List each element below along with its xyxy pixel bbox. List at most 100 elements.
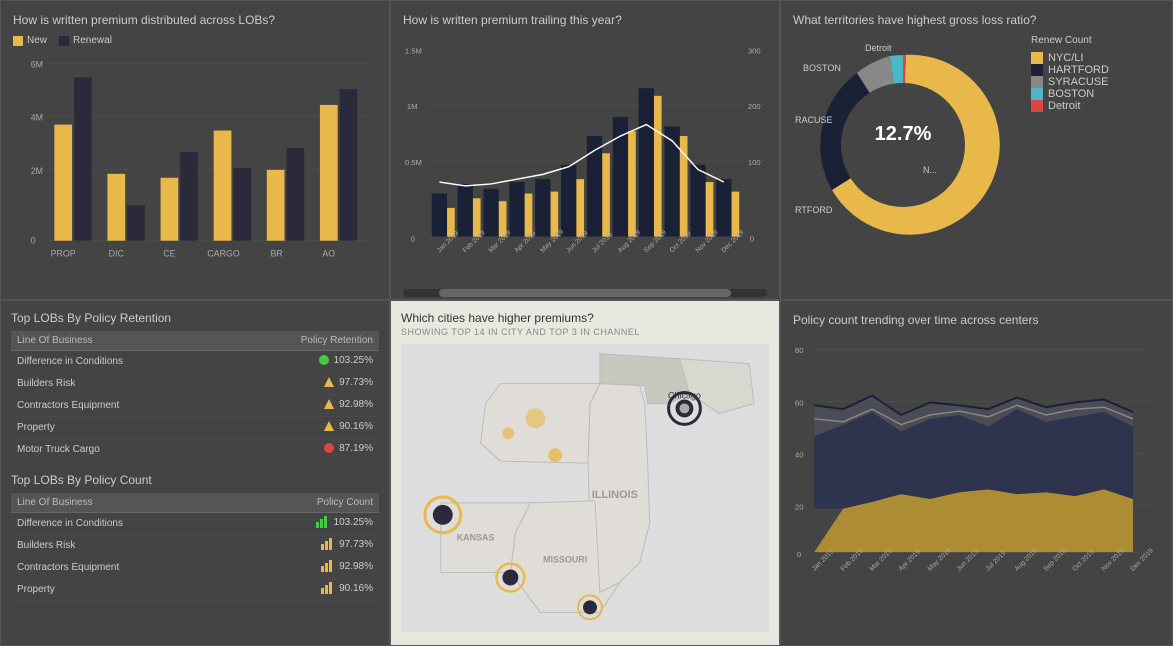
table-row: Property 90.16%: [11, 417, 379, 439]
legend-syracuse: SYRACUSE: [1031, 76, 1109, 88]
legend-nyc: NYC/LI: [1031, 52, 1109, 64]
p3-donut-area: 12.7% Detroit BOSTON RACUSE N... RTFORD …: [793, 35, 1160, 255]
lob-name: Motor Truck Cargo: [11, 439, 226, 461]
legend-renewal-label: Renewal: [73, 35, 112, 46]
count-value: 103.25%: [243, 513, 379, 535]
retention-section: Top LOBs By Policy Retention Line Of Bus…: [11, 311, 379, 461]
svg-text:AO: AO: [322, 248, 335, 258]
legend-boston-box: [1031, 88, 1043, 100]
lob-name: Contractors Equipment: [11, 395, 226, 417]
svg-text:200: 200: [748, 102, 761, 111]
legend-boston-label: BOSTON: [1048, 88, 1094, 100]
policy-trend-panel: Policy count trending over time across c…: [780, 300, 1173, 646]
count-table: Line Of Business Policy Count Difference…: [11, 493, 379, 601]
p1-title: How is written premium distributed acros…: [13, 13, 377, 27]
lob-name: Builders Risk: [11, 373, 226, 395]
label-racuse: RACUSE: [795, 115, 833, 125]
svg-text:BR: BR: [271, 248, 283, 258]
legend-hartford: HARTFORD: [1031, 64, 1109, 76]
p6-chart-area: 80 60 40 20 0: [793, 335, 1160, 605]
svg-text:0: 0: [411, 234, 415, 243]
legend-new-box: [13, 36, 23, 46]
svg-text:0: 0: [797, 550, 801, 559]
retention-table: Line Of Business Policy Retention Differ…: [11, 331, 379, 461]
retention-value: 90.16%: [226, 417, 379, 439]
lob-name: Contractors Equipment: [11, 557, 243, 579]
col-lob-retention: Line Of Business: [11, 331, 226, 351]
p1-svg: 6M 4M 2M 0: [13, 52, 377, 272]
legend-detroit: Detroit: [1031, 100, 1109, 112]
p2-chart-area: 1.5M 1M 0.5M 0 300 200 100 0: [403, 35, 767, 285]
svg-text:KANSAS: KANSAS: [457, 533, 495, 543]
p5-subtitle: SHOWING TOP 14 IN CITY AND TOP 3 IN CHAN…: [401, 327, 769, 337]
retention-value: 97.73%: [226, 373, 379, 395]
p6-svg: 80 60 40 20 0: [793, 335, 1160, 605]
donut-chart-panel: What territories have highest gross loss…: [780, 0, 1173, 300]
svg-text:DIC: DIC: [109, 248, 125, 258]
table-row: Contractors Equipment 92.98%: [11, 395, 379, 417]
svg-text:Dec 2019: Dec 2019: [1129, 547, 1155, 573]
svg-text:CE: CE: [163, 248, 175, 258]
lob-name: Property: [11, 579, 243, 601]
svg-text:6M: 6M: [31, 60, 43, 70]
legend-syracuse-label: SYRACUSE: [1048, 76, 1109, 88]
svg-text:80: 80: [795, 346, 804, 355]
svg-text:0: 0: [750, 234, 754, 243]
col-policy-count: Policy Count: [243, 493, 379, 513]
svg-text:1.5M: 1.5M: [405, 47, 422, 56]
table-row: Difference in Conditions 103.25%: [11, 513, 379, 535]
lob-name: Difference in Conditions: [11, 351, 226, 373]
p5-map-area: ILLINOIS MISSOURI KANSAS Chicago: [401, 343, 769, 633]
count-value: 90.16%: [243, 579, 379, 601]
svg-text:40: 40: [795, 450, 804, 459]
count-section: Top LOBs By Policy Count Line Of Busines…: [11, 473, 379, 601]
legend-detroit-box: [1031, 100, 1043, 112]
table-row: Builders Risk 97.73%: [11, 373, 379, 395]
legend-syracuse-box: [1031, 76, 1043, 88]
svg-text:0.5M: 0.5M: [405, 158, 422, 167]
p1-legend: New Renewal: [13, 35, 377, 46]
p2-svg: 1.5M 1M 0.5M 0 300 200 100 0: [403, 35, 767, 285]
count-value: 92.98%: [243, 557, 379, 579]
yellow-bars-icon: [321, 582, 335, 594]
legend-detroit-label: Detroit: [1048, 100, 1080, 112]
svg-text:100: 100: [748, 158, 761, 167]
lob-name: Property: [11, 417, 226, 439]
legend-hartford-label: HARTFORD: [1048, 64, 1109, 76]
legend-new-label: New: [27, 35, 47, 46]
yellow-triangle-icon: [323, 376, 335, 388]
svg-text:2M: 2M: [31, 166, 43, 176]
table-row: Contractors Equipment 92.98%: [11, 557, 379, 579]
red-circle-icon: [323, 442, 335, 454]
legend-new: New: [13, 35, 47, 46]
svg-text:12.7%: 12.7%: [875, 123, 932, 145]
label-boston: BOSTON: [803, 63, 841, 73]
retention-value: 87.19%: [226, 439, 379, 461]
p2-scrollbar[interactable]: [403, 289, 767, 297]
p2-title: How is written premium trailing this yea…: [403, 13, 767, 27]
label-n: N...: [923, 165, 937, 175]
p5-map-svg: ILLINOIS MISSOURI KANSAS Chicago: [401, 343, 769, 633]
count-title: Top LOBs By Policy Count: [11, 473, 379, 487]
svg-text:20: 20: [795, 503, 804, 512]
svg-text:4M: 4M: [31, 113, 43, 123]
p3-donut-container: 12.7% Detroit BOSTON RACUSE N... RTFORD: [793, 35, 1013, 255]
yellow-triangle-icon: [323, 420, 335, 432]
col-lob-count: Line Of Business: [11, 493, 243, 513]
table-row: Difference in Conditions 103.25%: [11, 351, 379, 373]
map-panel: Which cities have higher premiums? SHOWI…: [390, 300, 780, 646]
table-row: Motor Truck Cargo 87.19%: [11, 439, 379, 461]
legend-renewal: Renewal: [59, 35, 112, 46]
svg-text:PROP: PROP: [51, 248, 76, 258]
table-row: Property 90.16%: [11, 579, 379, 601]
svg-text:ILLINOIS: ILLINOIS: [592, 489, 638, 501]
retention-value: 92.98%: [226, 395, 379, 417]
svg-text:60: 60: [795, 398, 804, 407]
svg-text:1M: 1M: [407, 102, 418, 111]
legend-nyc-label: NYC/LI: [1048, 52, 1083, 64]
svg-text:300: 300: [748, 47, 761, 56]
label-rtford: RTFORD: [795, 205, 832, 215]
legend-renewal-box: [59, 36, 69, 46]
lob-name: Difference in Conditions: [11, 513, 243, 535]
p3-legend: Renew Count NYC/LI HARTFORD SYRACUSE BOS…: [1031, 35, 1109, 255]
